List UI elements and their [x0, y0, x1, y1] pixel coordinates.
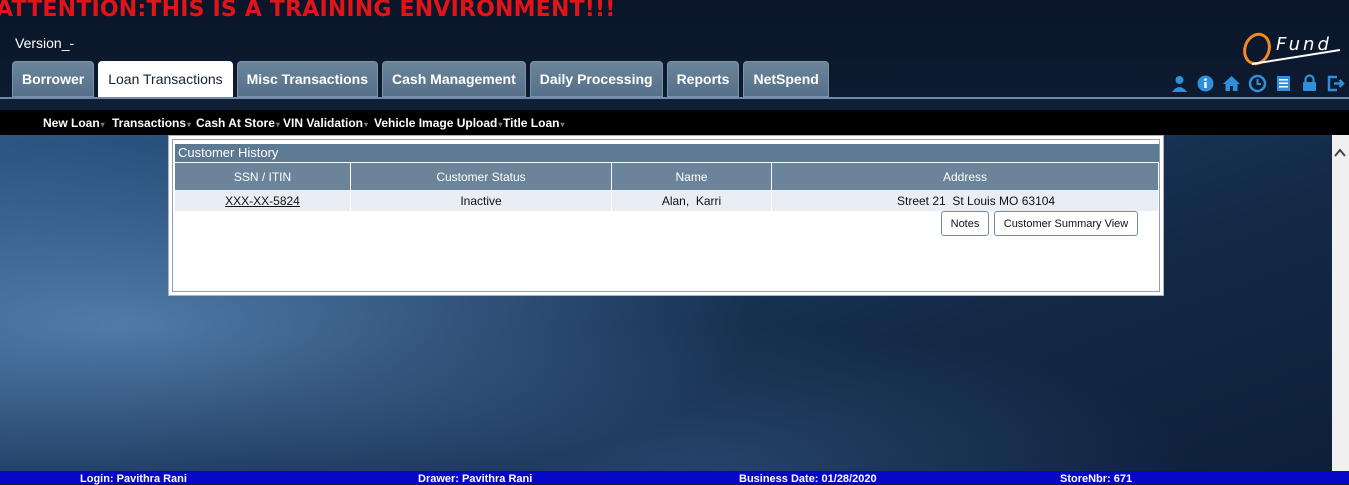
customer-history-table: SSN / ITIN Customer Status Name Address …	[175, 163, 1159, 211]
tab-label: Daily Processing	[539, 71, 653, 87]
menu-new-loan[interactable]: New Loan	[43, 116, 105, 130]
tab-netspend[interactable]: NetSpend	[743, 61, 829, 97]
tab-misc-transactions[interactable]: Misc Transactions	[236, 61, 379, 97]
tab-label: NetSpend	[753, 71, 819, 87]
home-icon[interactable]	[1222, 74, 1241, 93]
tab-cash-management[interactable]: Cash Management	[382, 61, 526, 97]
menu-transactions[interactable]: Transactions	[112, 116, 191, 130]
header-divider	[0, 97, 1349, 99]
vertical-scrollbar[interactable]	[1332, 135, 1349, 471]
tab-reports[interactable]: Reports	[666, 61, 740, 97]
menu-title-loan[interactable]: Title Loan	[503, 116, 564, 130]
toolbar-icons	[1170, 74, 1345, 93]
panel-title: Customer History	[175, 144, 1159, 162]
column-header-status: Customer Status	[350, 163, 612, 190]
tab-loan-transactions[interactable]: Loan Transactions	[98, 61, 233, 97]
notes-button[interactable]: Notes	[941, 211, 989, 236]
scroll-up-icon[interactable]	[1334, 147, 1346, 159]
svg-text:Fund: Fund	[1276, 34, 1332, 55]
menu-vehicle-image-upload[interactable]: Vehicle Image Upload	[374, 116, 502, 130]
table-row: XXX-XX-5824 Inactive Alan, Karri Street …	[175, 190, 1159, 211]
table-header-row: SSN / ITIN Customer Status Name Address	[175, 163, 1159, 190]
customer-history-panel: Customer History SSN / ITIN Customer Sta…	[168, 135, 1164, 296]
menu-cash-at-store[interactable]: Cash At Store	[196, 116, 280, 130]
tab-label: Misc Transactions	[246, 71, 369, 87]
column-header-address: Address	[771, 163, 1159, 190]
clock-icon[interactable]	[1248, 74, 1267, 93]
top-header: ATTENTION:THIS IS A TRAINING ENVIRONMENT…	[0, 0, 1349, 98]
tab-label: Borrower	[22, 71, 85, 87]
cell-address: Street 21 St Louis MO 63104	[771, 190, 1159, 211]
lock-icon[interactable]	[1300, 74, 1319, 93]
sub-menu-bar: New Loan Transactions Cash At Store VIN …	[0, 110, 1349, 135]
ssn-link[interactable]: XXX-XX-5824	[225, 194, 300, 208]
tab-label: Reports	[676, 71, 730, 87]
training-banner: ATTENTION:THIS IS A TRAINING ENVIRONMENT…	[0, 0, 616, 22]
tab-label: Cash Management	[392, 71, 516, 87]
customer-summary-view-button[interactable]: Customer Summary View	[994, 211, 1138, 236]
version-label: Version_-	[15, 35, 75, 51]
tab-borrower[interactable]: Borrower	[12, 61, 95, 97]
status-business-date: Business Date: 01/28/2020	[739, 473, 877, 485]
column-header-name: Name	[611, 163, 772, 190]
document-icon[interactable]	[1274, 74, 1293, 93]
status-bar: Login: Pavithra Rani Drawer: Pavithra Ra…	[0, 471, 1349, 485]
status-drawer: Drawer: Pavithra Rani	[418, 473, 533, 485]
tab-label: Loan Transactions	[108, 71, 223, 87]
status-store-number: StoreNbr: 671	[1060, 473, 1133, 485]
cell-status: Inactive	[350, 190, 612, 211]
status-login: Login: Pavithra Rani	[80, 473, 187, 485]
cell-name: Alan, Karri	[611, 190, 772, 211]
column-header-ssn: SSN / ITIN	[175, 163, 351, 190]
panel-frame: Customer History SSN / ITIN Customer Sta…	[172, 139, 1160, 292]
user-icon[interactable]	[1170, 74, 1189, 93]
menu-vin-validation[interactable]: VIN Validation	[283, 116, 368, 130]
main-tabs: Borrower Loan Transactions Misc Transact…	[12, 61, 829, 97]
qfund-logo: Fund	[1243, 32, 1341, 66]
info-icon[interactable]	[1196, 74, 1215, 93]
tab-daily-processing[interactable]: Daily Processing	[529, 61, 663, 97]
cell-ssn: XXX-XX-5824	[175, 190, 351, 211]
logout-icon[interactable]	[1326, 74, 1345, 93]
